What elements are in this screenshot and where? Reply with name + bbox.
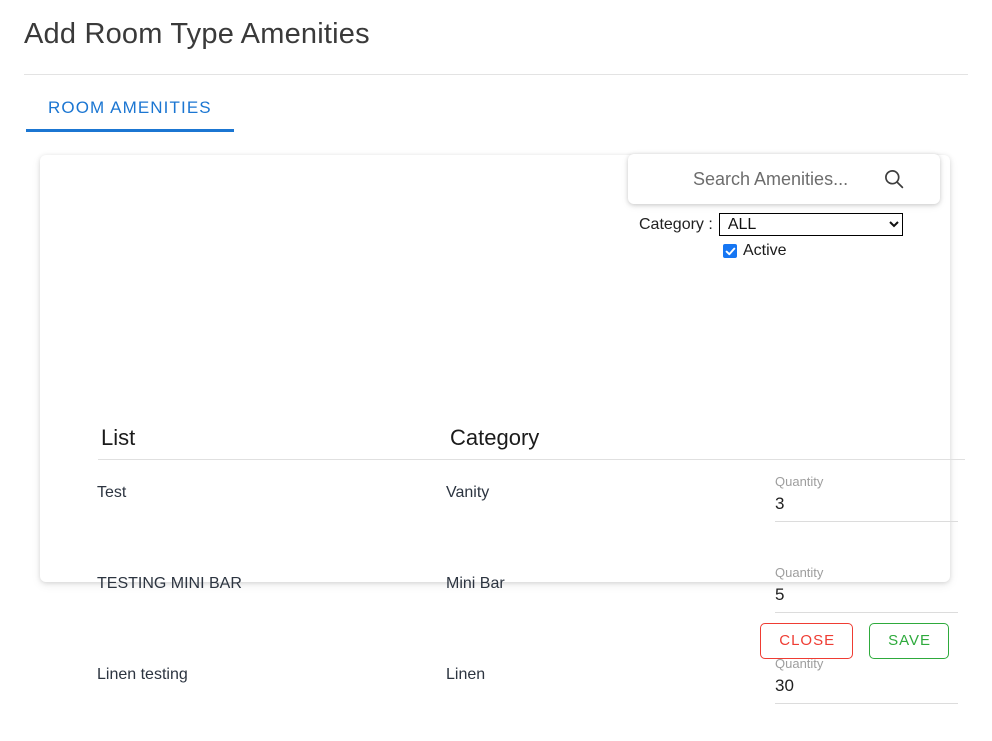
header-divider <box>24 74 968 75</box>
category-select[interactable]: ALL <box>718 213 903 236</box>
row-amenity-category: Vanity <box>446 484 490 501</box>
row-amenity-name: Test <box>97 484 127 501</box>
search-box[interactable] <box>628 154 940 204</box>
row-amenity-name: Linen testing <box>97 666 188 683</box>
category-filter: Category : ALL <box>639 213 903 236</box>
footer-actions: CLOSE SAVE <box>760 623 949 659</box>
quantity-label: Quantity <box>775 565 824 580</box>
quantity-input[interactable] <box>775 581 958 607</box>
active-filter[interactable]: Active <box>723 242 787 260</box>
quantity-label: Quantity <box>775 474 824 489</box>
row-amenity-category: Mini Bar <box>446 575 505 592</box>
quantity-field: Quantity <box>775 655 958 704</box>
active-checkbox[interactable] <box>723 244 737 258</box>
table-row: Linen testing Linen Quantity <box>97 650 967 741</box>
search-icon[interactable] <box>883 168 905 190</box>
table-header-row: List Category <box>98 425 965 460</box>
search-inner <box>691 167 905 191</box>
quantity-input[interactable] <box>775 490 958 516</box>
close-button[interactable]: CLOSE <box>760 623 854 659</box>
tab-room-amenities[interactable]: ROOM AMENITIES <box>26 90 234 132</box>
column-header-list: List <box>101 425 136 450</box>
quantity-input[interactable] <box>775 672 958 698</box>
column-header-category: Category <box>450 425 540 450</box>
page-title: Add Room Type Amenities <box>24 18 370 50</box>
save-button[interactable]: SAVE <box>869 623 949 659</box>
search-input[interactable] <box>691 167 875 191</box>
tab-room-amenities-label: ROOM AMENITIES <box>48 98 212 117</box>
tab-bar: ROOM AMENITIES <box>26 90 234 132</box>
quantity-field: Quantity <box>775 564 958 613</box>
amenities-table-body: Test Vanity Quantity TESTING MINI BAR Mi… <box>97 468 967 741</box>
category-label: Category : <box>639 215 713 233</box>
table-row: Test Vanity Quantity <box>97 468 967 559</box>
row-amenity-name: TESTING MINI BAR <box>97 575 242 592</box>
quantity-field: Quantity <box>775 473 958 522</box>
active-label: Active <box>743 242 787 259</box>
row-amenity-category: Linen <box>446 666 486 683</box>
